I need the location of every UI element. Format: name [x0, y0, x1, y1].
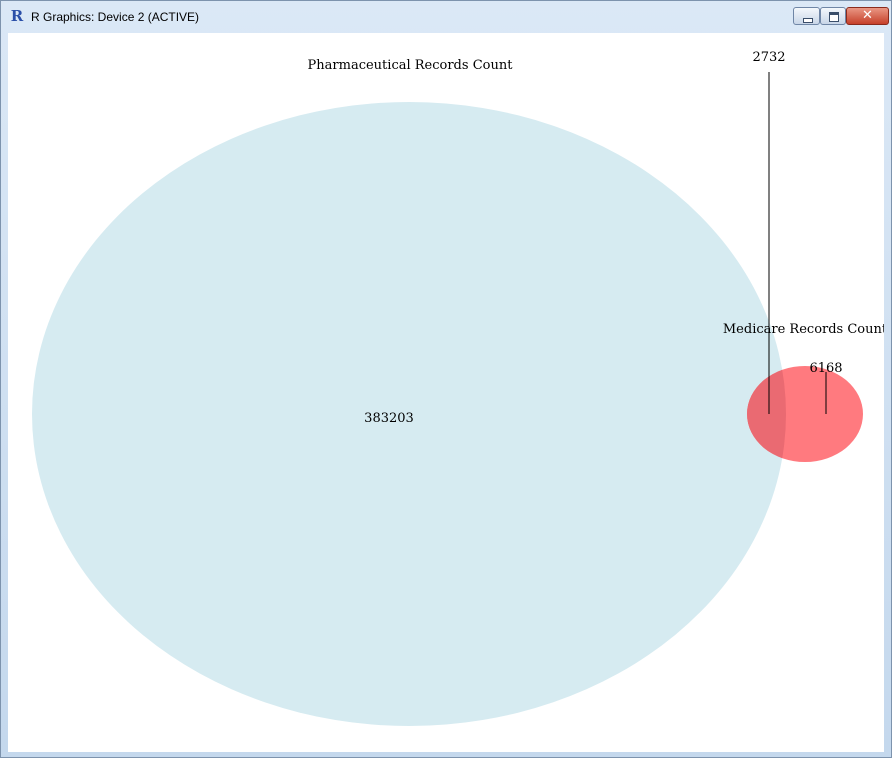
medicare-only-count: 6168: [809, 361, 842, 376]
pharmaceutical-only-count: 383203: [364, 411, 414, 426]
medicare-set-label: Medicare Records Count: [723, 322, 884, 337]
venn-diagram: Pharmaceutical Records Count Medicare Re…: [32, 50, 884, 726]
maximize-button[interactable]: [820, 7, 846, 25]
minimize-icon: [803, 18, 813, 23]
plot-canvas: Pharmaceutical Records Count Medicare Re…: [8, 33, 884, 752]
pharmaceutical-set-label: Pharmaceutical Records Count: [308, 58, 514, 73]
intersection-count: 2732: [752, 50, 785, 65]
maximize-icon: [829, 12, 839, 22]
close-button[interactable]: ✕: [846, 7, 889, 25]
r-logo-icon: R: [10, 7, 24, 25]
r-graphics-window: R R Graphics: Device 2 (ACTIVE) ✕ Pharma…: [0, 0, 892, 758]
window-title: R Graphics: Device 2 (ACTIVE): [31, 10, 200, 24]
minimize-button[interactable]: [793, 7, 820, 25]
close-icon: ✕: [862, 8, 873, 23]
title-bar[interactable]: R R Graphics: Device 2 (ACTIVE) ✕: [1, 1, 891, 33]
